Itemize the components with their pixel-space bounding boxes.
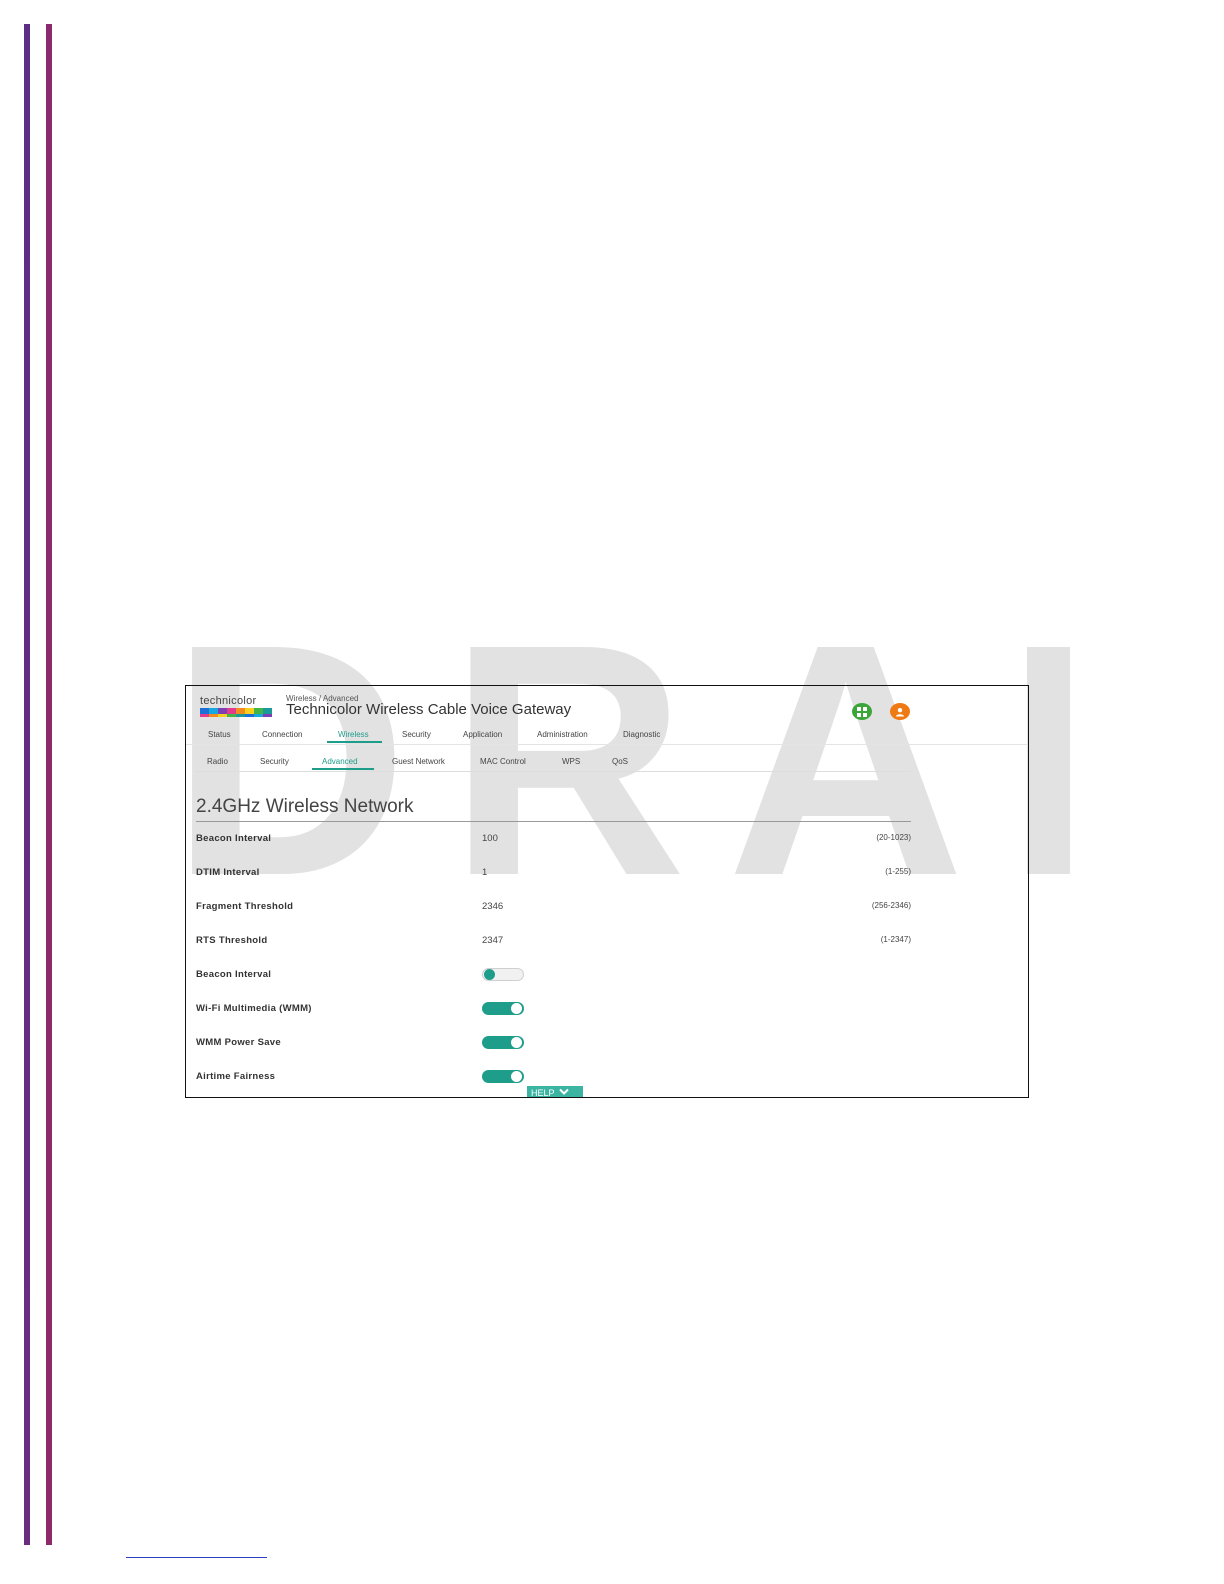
- field-value[interactable]: 1: [482, 867, 487, 878]
- logo-underline-stripe: [263, 714, 272, 717]
- airtime-fairness-toggle[interactable]: [482, 1070, 524, 1083]
- main-nav-connection[interactable]: Connection: [262, 730, 302, 739]
- toggle-knob: [511, 1037, 522, 1048]
- field-row-beacon-interval: Beacon Interval 100 (20-1023): [196, 833, 911, 847]
- left-purple-bar: [24, 24, 30, 1545]
- page-title: Technicolor Wireless Cable Voice Gateway: [286, 701, 572, 718]
- toggle-label: Airtime Fairness: [196, 1071, 276, 1082]
- toggle-row-beacon-interval: Beacon Interval: [196, 968, 911, 983]
- help-label: HELP: [531, 1088, 555, 1098]
- logo-underline-stripe: [254, 714, 263, 717]
- technicolor-logo: technicolor: [200, 695, 272, 717]
- section-divider: [196, 821, 911, 822]
- field-label: Fragment Threshold: [196, 901, 294, 912]
- main-nav-wireless[interactable]: Wireless: [338, 730, 369, 739]
- main-nav-administration[interactable]: Administration: [537, 730, 588, 739]
- main-nav-security[interactable]: Security: [402, 730, 431, 739]
- main-nav: Status Connection Wireless Security Appl…: [186, 726, 1028, 745]
- left-magenta-bar: [46, 24, 52, 1545]
- gateway-screenshot: technicolor Wireless / Advanced Technico…: [185, 685, 1029, 1098]
- logo-underline-stripe: [218, 714, 227, 717]
- beacon-interval-toggle[interactable]: [482, 968, 524, 981]
- sub-nav-mac-control[interactable]: MAC Control: [480, 757, 526, 766]
- sub-nav-security[interactable]: Security: [260, 757, 289, 766]
- field-range: (1-255): [885, 867, 911, 876]
- logo-text: technicolor: [200, 695, 257, 707]
- field-value[interactable]: 2347: [482, 935, 503, 946]
- logo-underline-stripe: [236, 714, 245, 717]
- sub-nav: Radio Security Advanced Guest Network MA…: [196, 754, 911, 772]
- chevron-down-icon: [558, 1088, 569, 1097]
- logo-underline-stripe: [227, 714, 236, 717]
- toggle-row-airtime-fairness: Airtime Fairness: [196, 1070, 911, 1085]
- footer-link-underline: [126, 1557, 267, 1558]
- section-title: 2.4GHz Wireless Network: [196, 796, 414, 817]
- wmm-toggle[interactable]: [482, 1002, 524, 1015]
- field-value[interactable]: 2346: [482, 901, 503, 912]
- toggle-label: Beacon Interval: [196, 969, 272, 980]
- field-range: (20-1023): [876, 833, 911, 842]
- field-row-fragment-threshold: Fragment Threshold 2346 (256-2346): [196, 901, 911, 915]
- sub-nav-advanced[interactable]: Advanced: [322, 757, 358, 766]
- logo-underline: [200, 714, 272, 717]
- logo-underline-stripe: [209, 714, 218, 717]
- field-range: (1-2347): [880, 935, 911, 944]
- wmm-power-save-toggle[interactable]: [482, 1036, 524, 1049]
- grid-icon[interactable]: [852, 703, 872, 720]
- main-nav-active-underline: [327, 741, 382, 743]
- toggle-knob: [511, 1003, 522, 1014]
- sub-nav-wps[interactable]: WPS: [562, 757, 580, 766]
- toggle-row-wmm: Wi-Fi Multimedia (WMM): [196, 1002, 911, 1017]
- toggle-label: Wi-Fi Multimedia (WMM): [196, 1003, 312, 1014]
- field-label: RTS Threshold: [196, 935, 268, 946]
- sub-nav-guest-network[interactable]: Guest Network: [392, 757, 445, 766]
- toggle-knob: [511, 1071, 522, 1082]
- main-nav-application[interactable]: Application: [463, 730, 502, 739]
- toggle-knob: [484, 969, 495, 980]
- toggle-label: WMM Power Save: [196, 1037, 281, 1048]
- field-label: Beacon Interval: [196, 833, 272, 844]
- field-row-dtim-interval: DTIM Interval 1 (1-255): [196, 867, 911, 881]
- field-row-rts-threshold: RTS Threshold 2347 (1-2347): [196, 935, 911, 949]
- sub-nav-qos[interactable]: QoS: [612, 757, 628, 766]
- main-nav-diagnostic[interactable]: Diagnostic: [623, 730, 660, 739]
- field-label: DTIM Interval: [196, 867, 260, 878]
- toggle-row-wmm-power-save: WMM Power Save: [196, 1036, 911, 1051]
- help-button[interactable]: HELP: [527, 1086, 583, 1098]
- logo-underline-stripe: [200, 714, 209, 717]
- user-icon[interactable]: [890, 703, 910, 720]
- field-value[interactable]: 100: [482, 833, 498, 844]
- sub-nav-active-underline: [312, 768, 374, 770]
- field-range: (256-2346): [871, 901, 911, 910]
- main-nav-status[interactable]: Status: [208, 730, 231, 739]
- logo-underline-stripe: [245, 714, 254, 717]
- sub-nav-radio[interactable]: Radio: [207, 757, 228, 766]
